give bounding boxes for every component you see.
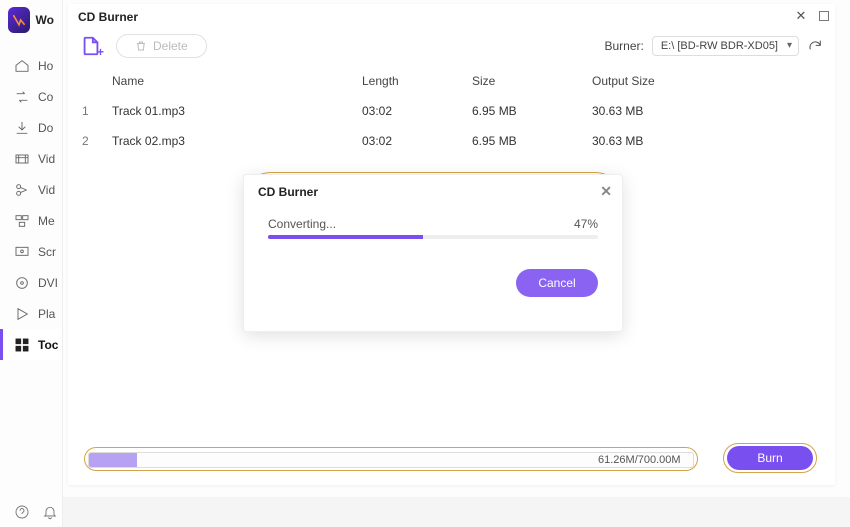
sidebar-item-converter[interactable]: Co — [0, 81, 62, 112]
row-name: Track 02.mp3 — [112, 134, 362, 148]
col-length: Length — [362, 74, 472, 88]
cd-burner-window: CD Burner ✕ + Delete Burner: E:\ [BD-RW … — [68, 4, 835, 485]
row-size: 6.95 MB — [472, 104, 592, 118]
sidebar-item-list: Ho Co Do Vid Vid Me Scr DVI Pla Toc — [0, 40, 62, 360]
sidebar-item-label: Vid — [38, 183, 55, 197]
progress-percent: 47% — [574, 217, 598, 231]
row-length: 03:02 — [362, 104, 472, 118]
sidebar-item-label: Scr — [38, 245, 56, 259]
sidebar-item-label: Co — [38, 90, 53, 104]
toolbar: + Delete Burner: E:\ [BD-RW BDR-XD05] — [68, 30, 835, 66]
progress-bar — [268, 235, 598, 239]
capacity-text: 61.26M/700.00M — [598, 454, 681, 466]
close-icon[interactable]: ✕ — [600, 183, 612, 200]
row-output: 30.63 MB — [592, 134, 821, 148]
bell-icon[interactable] — [42, 504, 58, 520]
status-bar — [0, 497, 63, 527]
row-name: Track 01.mp3 — [112, 104, 362, 118]
main-panel: CD Burner ✕ + Delete Burner: E:\ [BD-RW … — [63, 0, 850, 497]
sidebar-item-label: Pla — [38, 307, 55, 321]
burner-dropdown[interactable]: E:\ [BD-RW BDR-XD05] — [652, 36, 799, 56]
row-index: 1 — [82, 104, 112, 118]
sidebar-item-video-editor[interactable]: Vid — [0, 143, 62, 174]
app-name: Wo — [36, 13, 54, 27]
progress-title: CD Burner ✕ — [244, 175, 622, 209]
col-name: Name — [112, 74, 362, 88]
sidebar-item-label: Vid — [38, 152, 55, 166]
row-length: 03:02 — [362, 134, 472, 148]
cancel-button[interactable]: Cancel — [516, 269, 598, 297]
sidebar-item-label: Ho — [38, 59, 53, 73]
sidebar-item-video-compressor[interactable]: Vid — [0, 174, 62, 205]
sidebar-item-toolbox[interactable]: Toc — [0, 329, 62, 360]
sidebar-item-label: Do — [38, 121, 53, 135]
window-maximize-icon[interactable] — [819, 11, 829, 21]
window-close-icon[interactable]: ✕ — [793, 8, 809, 24]
sidebar-item-label: Me — [38, 214, 55, 228]
sidebar-item-dvd-burner[interactable]: DVI — [0, 267, 62, 298]
sidebar-item-label: DVI — [38, 276, 58, 290]
refresh-icon[interactable] — [807, 38, 823, 54]
progress-status: Converting... — [268, 217, 336, 231]
sidebar-item-label: Toc — [38, 338, 58, 352]
col-output: Output Size — [592, 74, 821, 88]
sidebar-item-home[interactable]: Ho — [0, 50, 62, 81]
delete-label: Delete — [153, 39, 188, 53]
app-logo-row: Wo — [0, 0, 62, 40]
row-index: 2 — [82, 134, 112, 148]
table-header: Name Length Size Output Size — [68, 66, 835, 96]
burner-label: Burner: — [604, 39, 643, 53]
row-output: 30.63 MB — [592, 104, 821, 118]
col-size: Size — [472, 74, 592, 88]
row-size: 6.95 MB — [472, 134, 592, 148]
sidebar-item-merger[interactable]: Me — [0, 205, 62, 236]
sidebar-item-screen-recorder[interactable]: Scr — [0, 236, 62, 267]
burn-button[interactable]: Burn — [727, 446, 813, 470]
add-file-icon[interactable]: + — [80, 35, 102, 57]
window-title: CD Burner — [68, 4, 835, 30]
progress-bar-fill — [268, 235, 423, 239]
sidebar-item-player[interactable]: Pla — [0, 298, 62, 329]
table-row[interactable]: 2 Track 02.mp3 03:02 6.95 MB 30.63 MB — [68, 126, 835, 156]
window-controls: ✕ — [793, 8, 829, 24]
help-icon[interactable] — [14, 504, 30, 520]
table-row[interactable]: 1 Track 01.mp3 03:02 6.95 MB 30.63 MB — [68, 96, 835, 126]
sidebar-item-downloader[interactable]: Do — [0, 112, 62, 143]
burner-selected: E:\ [BD-RW BDR-XD05] — [661, 40, 778, 52]
delete-button[interactable]: Delete — [116, 34, 207, 58]
app-logo-icon — [8, 7, 30, 33]
capacity-bar-fill — [89, 453, 137, 467]
progress-dialog: CD Burner ✕ Converting... 47% Cancel — [243, 174, 623, 332]
sidebar: Wo Ho Co Do Vid Vid Me Scr DVI Pla Toc — [0, 0, 63, 527]
trash-icon — [135, 40, 147, 52]
